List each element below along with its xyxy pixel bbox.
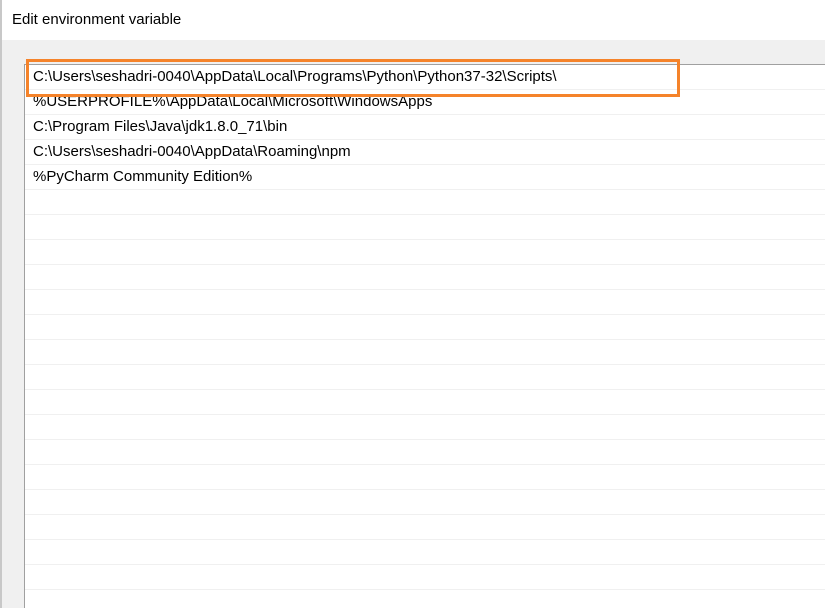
empty-row[interactable] [25,315,825,340]
path-entry-text: C:\Users\seshadri-0040\AppData\Roaming\n… [33,143,351,160]
path-entry-row[interactable]: C:\Users\seshadri-0040\AppData\Local\Pro… [25,65,825,90]
path-entry-row[interactable]: %PyCharm Community Edition% [25,165,825,190]
window-title: Edit environment variable [12,11,182,28]
path-entry-text: C:\Users\seshadri-0040\AppData\Local\Pro… [33,68,557,85]
window-left-edge [0,0,2,608]
empty-row[interactable] [25,390,825,415]
path-entry-text: C:\Program Files\Java\jdk1.8.0_71\bin [33,118,288,135]
path-entry-text: %USERPROFILE%\AppData\Local\Microsoft\Wi… [33,93,433,110]
path-entry-row[interactable]: C:\Users\seshadri-0040\AppData\Roaming\n… [25,140,825,165]
empty-row[interactable] [25,565,825,590]
empty-row[interactable] [25,240,825,265]
empty-row[interactable] [25,515,825,540]
path-entry-text: %PyCharm Community Edition% [33,168,253,185]
empty-row[interactable] [25,540,825,565]
empty-row[interactable] [25,340,825,365]
empty-row[interactable] [25,365,825,390]
empty-row[interactable] [25,415,825,440]
empty-row[interactable] [25,490,825,515]
empty-row[interactable] [25,290,825,315]
path-entry-row[interactable]: %USERPROFILE%\AppData\Local\Microsoft\Wi… [25,90,825,115]
path-entry-row[interactable]: C:\Program Files\Java\jdk1.8.0_71\bin [25,115,825,140]
path-entries-list[interactable]: C:\Users\seshadri-0040\AppData\Local\Pro… [24,64,825,608]
empty-row[interactable] [25,190,825,215]
title-bar[interactable]: Edit environment variable [2,0,825,40]
empty-row[interactable] [25,465,825,490]
empty-row[interactable] [25,215,825,240]
empty-row[interactable] [25,440,825,465]
empty-row[interactable] [25,265,825,290]
edit-environment-variable-dialog: Edit environment variable C:\Users\sesha… [0,0,825,608]
